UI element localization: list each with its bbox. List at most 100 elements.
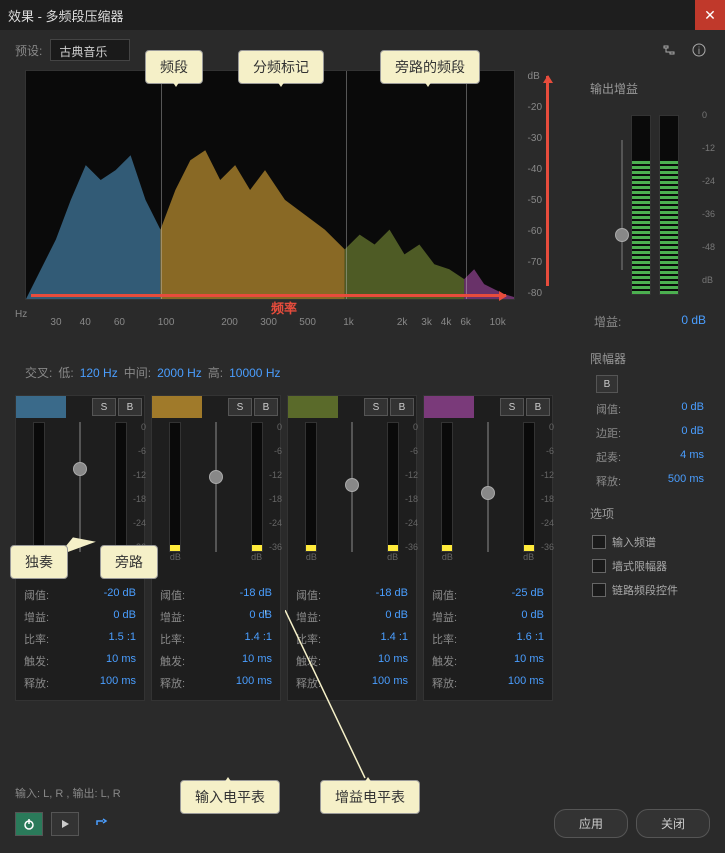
ratio-label: 比率:	[296, 631, 321, 647]
threshold-value[interactable]: -18 dB	[376, 587, 408, 603]
callout-crossover-marker: 分频标记	[238, 50, 324, 84]
gain-label: 增益:	[296, 609, 321, 625]
loop-icon[interactable]	[87, 812, 115, 836]
ratio-label: 比率:	[160, 631, 185, 647]
threshold-value[interactable]: -18 dB	[240, 587, 272, 603]
limiter-release-value[interactable]: 500 ms	[668, 473, 704, 489]
threshold-value[interactable]: -25 dB	[512, 587, 544, 603]
close-window-button[interactable]: ✕	[695, 0, 725, 30]
svg-text:i: i	[698, 46, 700, 57]
release-label: 释放:	[296, 675, 321, 691]
gain-meter	[523, 422, 535, 552]
release-label: 释放:	[160, 675, 185, 691]
limiter-attack-label: 起奏:	[596, 449, 621, 465]
option-brickwall-limiter[interactable]: 墙式限幅器	[590, 554, 710, 578]
threshold-label: 阈值:	[296, 587, 321, 603]
ratio-value[interactable]: 1.4 :1	[244, 631, 272, 647]
solo-button[interactable]: S	[92, 398, 116, 416]
preset-dropdown[interactable]: 古典音乐	[50, 39, 130, 61]
release-value[interactable]: 100 ms	[372, 675, 408, 691]
crossover-low-label: 低:	[58, 364, 73, 381]
limiter-margin-label: 边距:	[596, 425, 621, 441]
threshold-slider[interactable]	[351, 422, 353, 552]
ratio-value[interactable]: 1.6 :1	[516, 631, 544, 647]
bypass-button[interactable]: B	[118, 398, 142, 416]
gain-value[interactable]: 0 dB	[521, 609, 544, 625]
input-meter	[169, 422, 181, 552]
window-title: 效果 - 多频段压缩器	[8, 6, 124, 25]
limiter-attack-value[interactable]: 4 ms	[680, 449, 704, 465]
power-button[interactable]	[15, 812, 43, 836]
band-color-swatch[interactable]	[16, 396, 66, 418]
output-meter-labels: 0-12-24-36-48dB	[702, 110, 715, 285]
threshold-slider[interactable]	[215, 422, 217, 552]
solo-button[interactable]: S	[228, 398, 252, 416]
limiter-bypass-button[interactable]: B	[596, 375, 618, 393]
limiter-release-label: 释放:	[596, 473, 621, 489]
option-input-spectrum[interactable]: 输入频谱	[590, 530, 710, 554]
bypass-button[interactable]: B	[390, 398, 414, 416]
solo-button[interactable]: S	[364, 398, 388, 416]
gain-label: 增益:	[160, 609, 185, 625]
output-gain-slider[interactable]	[621, 140, 623, 270]
title-bar: 效果 - 多频段压缩器 ✕	[0, 0, 725, 30]
attack-label: 触发:	[160, 653, 185, 669]
gain-value[interactable]: 0 dB	[113, 609, 136, 625]
crossover-line-1[interactable]	[161, 71, 162, 299]
apply-button[interactable]: 应用	[554, 809, 628, 838]
ratio-value[interactable]: 1.4 :1	[380, 631, 408, 647]
crossover-high-value[interactable]: 10000 Hz	[229, 366, 280, 380]
crossover-row: 交叉: 低: 120 Hz 中间: 2000 Hz 高: 10000 Hz	[15, 350, 575, 395]
option-link-bands[interactable]: 链路频段控件	[590, 578, 710, 602]
band-color-swatch[interactable]	[152, 396, 202, 418]
output-gain-title: 输出增益	[590, 80, 710, 97]
routing-icon[interactable]	[658, 39, 680, 61]
crossover-line-2[interactable]	[346, 71, 347, 299]
checkbox-icon	[592, 583, 606, 597]
frequency-axis-label: 频率	[271, 298, 297, 317]
ratio-value[interactable]: 1.5 :1	[108, 631, 136, 647]
threshold-slider[interactable]	[79, 422, 81, 552]
ratio-label: 比率:	[24, 631, 49, 647]
frequency-axis-arrow	[31, 294, 506, 297]
close-button[interactable]: 关闭	[636, 809, 710, 838]
gain-meter	[251, 422, 263, 552]
threshold-value[interactable]: -20 dB	[104, 587, 136, 603]
db-axis-arrow	[546, 76, 549, 286]
limiter-margin-value[interactable]: 0 dB	[681, 425, 704, 441]
release-value[interactable]: 100 ms	[236, 675, 272, 691]
attack-value[interactable]: 10 ms	[514, 653, 544, 669]
solo-button[interactable]: S	[500, 398, 524, 416]
band-color-swatch[interactable]	[288, 396, 338, 418]
threshold-label: 阈值:	[24, 587, 49, 603]
gain-meter	[387, 422, 399, 552]
play-button[interactable]	[51, 812, 79, 836]
release-value[interactable]: 100 ms	[508, 675, 544, 691]
output-meter-l	[631, 115, 651, 295]
gain-value[interactable]: 0 dB	[385, 609, 408, 625]
attack-value[interactable]: 10 ms	[106, 653, 136, 669]
crossover-mid-value[interactable]: 2000 Hz	[157, 366, 202, 380]
band-3: S B dB dB 0-6-12-18-24-36 阈值:-18 dB 增益:0…	[287, 395, 417, 701]
bypass-button[interactable]: B	[254, 398, 278, 416]
spectrum-display[interactable]: dB-20-30-40-50-60-70-80 3040601002003005…	[25, 70, 515, 300]
band-color-swatch[interactable]	[424, 396, 474, 418]
crossover-high-label: 高:	[208, 364, 223, 381]
crossover-line-3[interactable]	[466, 71, 467, 299]
release-value[interactable]: 100 ms	[100, 675, 136, 691]
band-2: S B dB dB 0-6-12-18-24-36 阈值:-18 dB 增益:0…	[151, 395, 281, 701]
input-meter	[441, 422, 453, 552]
bypass-button[interactable]: B	[526, 398, 550, 416]
gain-meter	[115, 422, 127, 552]
crossover-mid-label: 中间:	[124, 364, 151, 381]
release-label: 释放:	[24, 675, 49, 691]
callout-bypass: 旁路	[100, 545, 158, 579]
limiter-threshold-value[interactable]: 0 dB	[681, 401, 704, 417]
threshold-slider[interactable]	[487, 422, 489, 552]
attack-value[interactable]: 10 ms	[378, 653, 408, 669]
output-gain-value[interactable]: 0 dB	[681, 313, 706, 330]
crossover-low-value[interactable]: 120 Hz	[80, 366, 118, 380]
info-icon[interactable]: i	[688, 39, 710, 61]
gain-value[interactable]: 0 dB	[249, 609, 272, 625]
attack-value[interactable]: 10 ms	[242, 653, 272, 669]
